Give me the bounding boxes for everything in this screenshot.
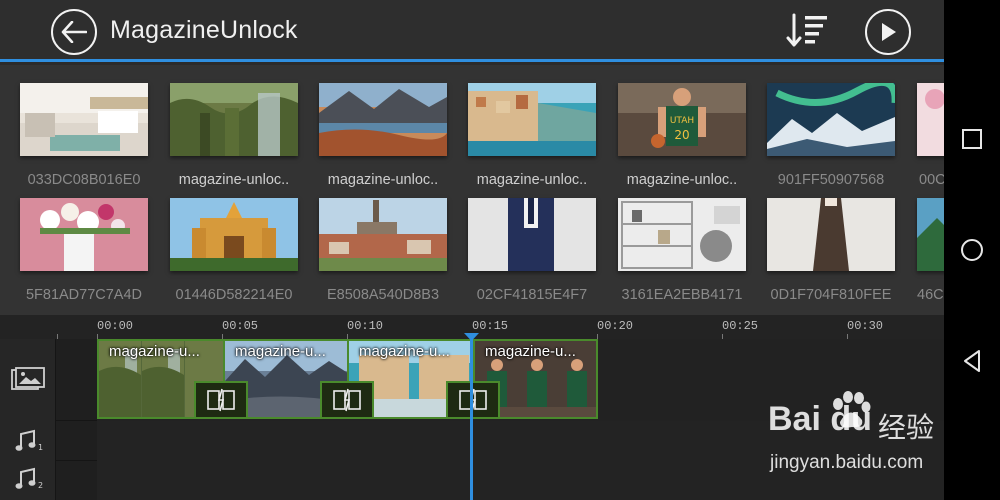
media-label: magazine-unloc.. [626, 172, 738, 188]
lake-landscape-image [917, 198, 944, 271]
media-thumbnail[interactable] [20, 198, 148, 271]
media-thumbnail[interactable] [767, 198, 895, 271]
transition-icon [459, 388, 487, 412]
audio-track-1-header[interactable]: 1 [0, 421, 56, 461]
page-title: MagazineUnlock [110, 16, 298, 44]
media-thumbnail[interactable] [917, 198, 944, 271]
media-label: 0D1F704F810FEE [770, 287, 892, 303]
media-thumbnail[interactable] [170, 83, 298, 156]
audio-track-2-lane[interactable] [97, 461, 944, 500]
video-track-lane: magazine-u... magazine-u... magazine-u..… [97, 339, 944, 421]
ruler-tick-label: 00:10 [347, 319, 384, 333]
media-label: 01446D582214E0 [175, 287, 293, 303]
system-nav-bar [944, 0, 1000, 500]
basketball-player-image: UTAH 20 [618, 83, 746, 156]
coastal-village-image [468, 83, 596, 156]
media-label: magazine-unloc.. [327, 172, 439, 188]
media-thumbnail[interactable] [170, 198, 298, 271]
clip-label: magazine-u... [485, 343, 576, 360]
transition-icon [333, 388, 361, 412]
transition-icon [207, 388, 235, 412]
ruler-tick-label: 00:25 [722, 319, 759, 333]
transition-button[interactable] [320, 381, 374, 419]
woman-in-coat-image [767, 198, 895, 271]
ruler-tick-label: 00:15 [472, 319, 509, 333]
play-icon [882, 23, 896, 41]
flower-vase-image [20, 198, 148, 271]
media-label: 46C7 [917, 287, 944, 303]
media-label: 033DC08B016E0 [27, 172, 141, 188]
circle-icon [961, 239, 983, 261]
media-thumbnail[interactable] [618, 198, 746, 271]
media-thumbnail[interactable] [319, 83, 447, 156]
ruler-tick-label: 00:30 [847, 319, 884, 333]
media-thumbnail[interactable]: UTAH 20 [618, 83, 746, 156]
playhead[interactable] [470, 333, 473, 500]
app-window: MagazineUnlock UTAH 20 033DC08B016E0 mag… [0, 0, 944, 500]
ruler-tick-label: 00:05 [222, 319, 259, 333]
clip-label: magazine-u... [109, 343, 200, 360]
transition-button[interactable] [446, 381, 500, 419]
media-thumbnail[interactable] [468, 83, 596, 156]
back-nav-button[interactable] [958, 347, 986, 375]
media-label: 00C [919, 172, 944, 188]
media-thumbnail[interactable] [917, 83, 944, 156]
recent-apps-button[interactable] [958, 125, 986, 153]
music-note-icon [15, 429, 36, 451]
media-label: 901FF50907568 [777, 172, 885, 188]
back-button[interactable] [51, 9, 97, 55]
waterfall-image [170, 83, 298, 156]
media-grid: UTAH 20 033DC08B016E0 magazine-unloc.. m… [0, 65, 944, 315]
media-label: magazine-unloc.. [476, 172, 588, 188]
city-cathedral-image [319, 198, 447, 271]
media-label: 5F81AD77C7A4D [25, 287, 143, 303]
triangle-back-icon [964, 350, 980, 372]
preview-play-button[interactable] [865, 9, 911, 55]
media-thumbnail[interactable] [20, 83, 148, 156]
image-track-icon [11, 367, 45, 390]
sort-icon [786, 13, 827, 47]
flowers-image [917, 83, 944, 156]
timeline-panel: 00:00 00:05 00:10 00:15 00:20 00:25 00:3… [0, 315, 944, 500]
square-icon [962, 129, 982, 149]
golden-temple-image [170, 198, 298, 271]
clip-label: magazine-u... [235, 343, 326, 360]
media-label: E8508A540D8B3 [326, 287, 440, 303]
media-label: 02CF41815E4F7 [476, 287, 588, 303]
media-label: magazine-unloc.. [178, 172, 290, 188]
mountain-lake-image [319, 83, 447, 156]
bedroom-image [20, 83, 148, 156]
shelves-interior-image [618, 198, 746, 271]
video-track-header[interactable] [0, 339, 56, 421]
man-in-suit-image [468, 198, 596, 271]
svg-text:20: 20 [674, 128, 689, 142]
header-bar: MagazineUnlock [0, 0, 944, 62]
transition-button[interactable] [194, 381, 248, 419]
arrow-left-icon [61, 21, 87, 43]
ruler-tick-label: 00:00 [97, 319, 134, 333]
media-thumbnail[interactable] [767, 83, 895, 156]
music-note-icon [15, 467, 36, 489]
clip-label: magazine-u... [359, 343, 450, 360]
media-label: 3161EA2EBB4171 [621, 287, 743, 303]
audio-track-1-lane[interactable] [97, 421, 944, 461]
audio-track-2-header[interactable]: 2 [0, 461, 56, 500]
media-thumbnail[interactable] [468, 198, 596, 271]
svg-text:UTAH: UTAH [670, 116, 694, 126]
home-button[interactable] [958, 236, 986, 264]
header-accent-line [0, 59, 944, 62]
track-index: 2 [38, 481, 44, 490]
ruler-tick-label: 00:20 [597, 319, 634, 333]
aurora-mountains-image [767, 83, 895, 156]
track-index: 1 [38, 443, 44, 452]
media-thumbnail[interactable] [319, 198, 447, 271]
sort-button[interactable] [786, 13, 830, 49]
